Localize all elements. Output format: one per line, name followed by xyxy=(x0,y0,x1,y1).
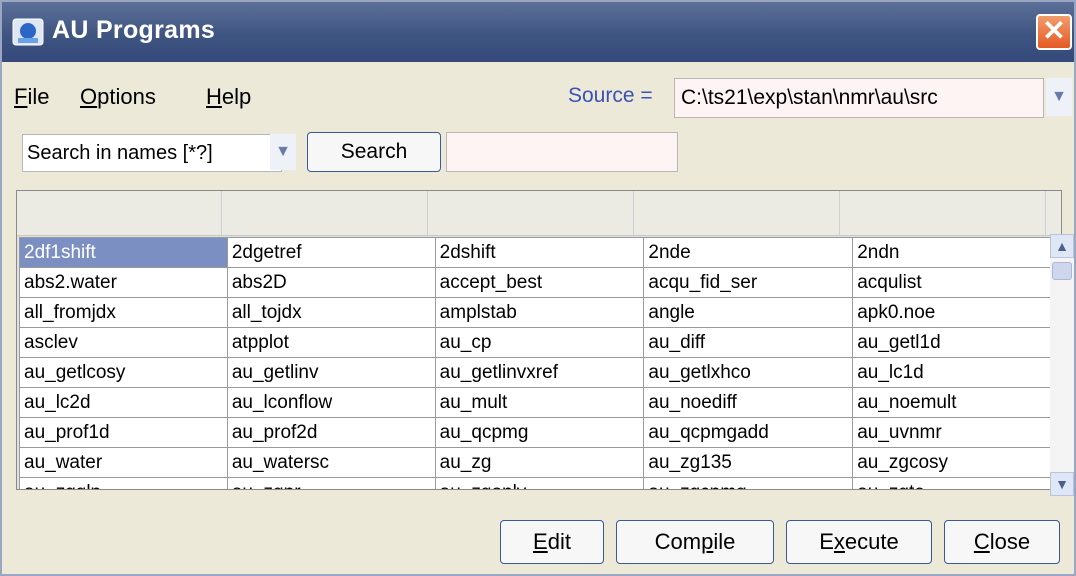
program-cell[interactable]: acqulist xyxy=(852,267,1061,298)
program-cell[interactable]: au_zg135 xyxy=(643,447,854,478)
vertical-scrollbar[interactable]: ▲ ▼ xyxy=(1050,234,1074,496)
search-bar: Search in names [*?] ▼ Search xyxy=(2,126,1074,176)
dropdown-arrow-icon[interactable]: ▼ xyxy=(1046,78,1072,116)
program-cell[interactable]: 2dgetref xyxy=(226,237,436,268)
program-cell[interactable]: au_watersc xyxy=(226,447,436,478)
table-row: au_water au_watersc au_zg au_zg135 au_zgcosy xyxy=(19,447,1061,478)
edit-button[interactable]: Edit xyxy=(500,520,604,564)
program-cell[interactable]: apk0.noe xyxy=(852,297,1061,328)
search-button[interactable]: Search xyxy=(307,132,441,172)
scroll-up-icon[interactable]: ▲ xyxy=(1050,234,1074,258)
program-cell[interactable]: all_fromjdx xyxy=(19,297,228,328)
table-row: all_fromjdx all_tojdx amplstab angle apk0.no… xyxy=(19,297,1061,328)
menu-help[interactable]: Help xyxy=(206,84,251,110)
search-input[interactable] xyxy=(446,132,678,172)
program-cell[interactable]: au_getlcosy xyxy=(19,357,228,388)
execute-button[interactable]: Execute xyxy=(786,520,932,564)
program-cell[interactable]: au_getl1d xyxy=(852,327,1061,358)
title-bar: AU Programs ✕ xyxy=(2,2,1074,62)
program-cell[interactable]: acqu_fid_ser xyxy=(643,267,854,298)
program-cell[interactable]: abs2D xyxy=(226,267,436,298)
table-row: asclev atpplot au_cp au_diff au_getl1d xyxy=(19,327,1061,358)
program-cell[interactable]: 2nde xyxy=(643,237,854,268)
close-button[interactable]: Close xyxy=(944,520,1060,564)
program-cell[interactable]: au_water xyxy=(19,447,228,478)
table-header xyxy=(17,191,1061,236)
scroll-down-icon[interactable]: ▼ xyxy=(1050,472,1074,496)
program-cell[interactable]: all_tojdx xyxy=(226,297,436,328)
program-cell[interactable]: au_getlxhco xyxy=(643,357,854,388)
program-cell[interactable]: atpplot xyxy=(226,327,436,358)
program-cell[interactable]: au_zg xyxy=(434,447,645,478)
program-cell[interactable]: au_getlinvxref xyxy=(434,357,645,388)
program-cell[interactable]: accept_best xyxy=(434,267,645,298)
program-cell[interactable]: au_qcpmgadd xyxy=(643,417,854,448)
table-row: au_getlcosy au_getlinv au_getlinvxref au_ge… xyxy=(19,357,1061,388)
table-row: 2df1shift 2dgetref 2dshift 2nde 2ndn xyxy=(19,237,1061,268)
button-row: Edit Compile Execute Close xyxy=(2,514,1074,570)
program-cell[interactable]: au_zgonly xyxy=(434,477,645,489)
au-programs-window: AU Programs ✕ File Options Help Source =… xyxy=(0,0,1076,576)
program-cell[interactable]: au_qcpmg xyxy=(434,417,645,448)
program-cell[interactable]: au_lc2d xyxy=(19,387,228,418)
column-header xyxy=(428,191,634,235)
program-cell[interactable]: abs2.water xyxy=(19,267,228,298)
source-label: Source = xyxy=(568,84,653,107)
menu-file[interactable]: File xyxy=(14,84,49,110)
column-header xyxy=(634,191,840,235)
program-cell[interactable]: au_zgpr xyxy=(226,477,436,489)
source-path-value: C:\ts21\exp\stan\nmr\au\src xyxy=(681,86,938,109)
source-path-select[interactable]: C:\ts21\exp\stan\nmr\au\src xyxy=(674,78,1044,118)
program-cell[interactable]: angle xyxy=(643,297,854,328)
program-cell[interactable]: au_uvnmr xyxy=(852,417,1061,448)
program-cell[interactable]: asclev xyxy=(19,327,228,358)
column-header xyxy=(17,191,222,235)
search-mode-value: Search in names [*?] xyxy=(27,142,213,164)
program-cell[interactable]: 2ndn xyxy=(852,237,1061,268)
program-cell[interactable]: au_zgte xyxy=(852,477,1061,489)
program-cell[interactable]: au_zgcosy xyxy=(852,447,1061,478)
program-cell[interactable]: 2df1shift xyxy=(19,237,228,268)
program-cell[interactable]: au_zgcpmg xyxy=(643,477,854,489)
column-header xyxy=(840,191,1046,235)
program-cell[interactable]: 2dshift xyxy=(434,237,645,268)
close-icon[interactable]: ✕ xyxy=(1036,14,1072,50)
program-cell[interactable]: au_noediff xyxy=(643,387,854,418)
search-mode-select[interactable]: Search in names [*?] xyxy=(22,134,282,172)
menu-options[interactable]: Options xyxy=(80,84,156,110)
program-cell[interactable]: au_prof1d xyxy=(19,417,228,448)
program-cell[interactable]: au_lconflow xyxy=(226,387,436,418)
compile-button[interactable]: Compile xyxy=(616,520,774,564)
program-cell[interactable]: au_cp xyxy=(434,327,645,358)
table-row: au_lc2d au_lconflow au_mult au_noediff au_no… xyxy=(19,387,1061,418)
au-program-table: 2df1shift 2dgetref 2dshift 2nde 2ndn abs2.wat… xyxy=(16,190,1062,490)
window-title: AU Programs xyxy=(52,16,216,44)
program-cell[interactable]: au_prof2d xyxy=(226,417,436,448)
program-cell[interactable]: au_getlinv xyxy=(226,357,436,388)
program-cell[interactable]: au_lc1d xyxy=(852,357,1061,388)
app-icon xyxy=(12,18,44,46)
table-row: au_prof1d au_prof2d au_qcpmg au_qcpmgadd au_… xyxy=(19,417,1061,448)
program-cell[interactable]: au_zgglp xyxy=(19,477,228,489)
table-row: au_zgglpau_zgprau_zgonlyau_zgcpmgau_zgte xyxy=(19,477,1061,489)
table-row: abs2.water abs2D accept_best acqu_fid_ser ac… xyxy=(19,267,1061,298)
program-grid: 2df1shift 2dgetref 2dshift 2nde 2ndn abs2.wat… xyxy=(19,237,1061,489)
program-cell[interactable]: au_diff xyxy=(643,327,854,358)
column-header xyxy=(222,191,428,235)
program-cell[interactable]: au_noemult xyxy=(852,387,1061,418)
dropdown-arrow-icon[interactable]: ▼ xyxy=(270,134,296,170)
program-cell[interactable]: au_mult xyxy=(434,387,645,418)
program-cell[interactable]: amplstab xyxy=(434,297,645,328)
scroll-thumb[interactable] xyxy=(1052,262,1072,280)
